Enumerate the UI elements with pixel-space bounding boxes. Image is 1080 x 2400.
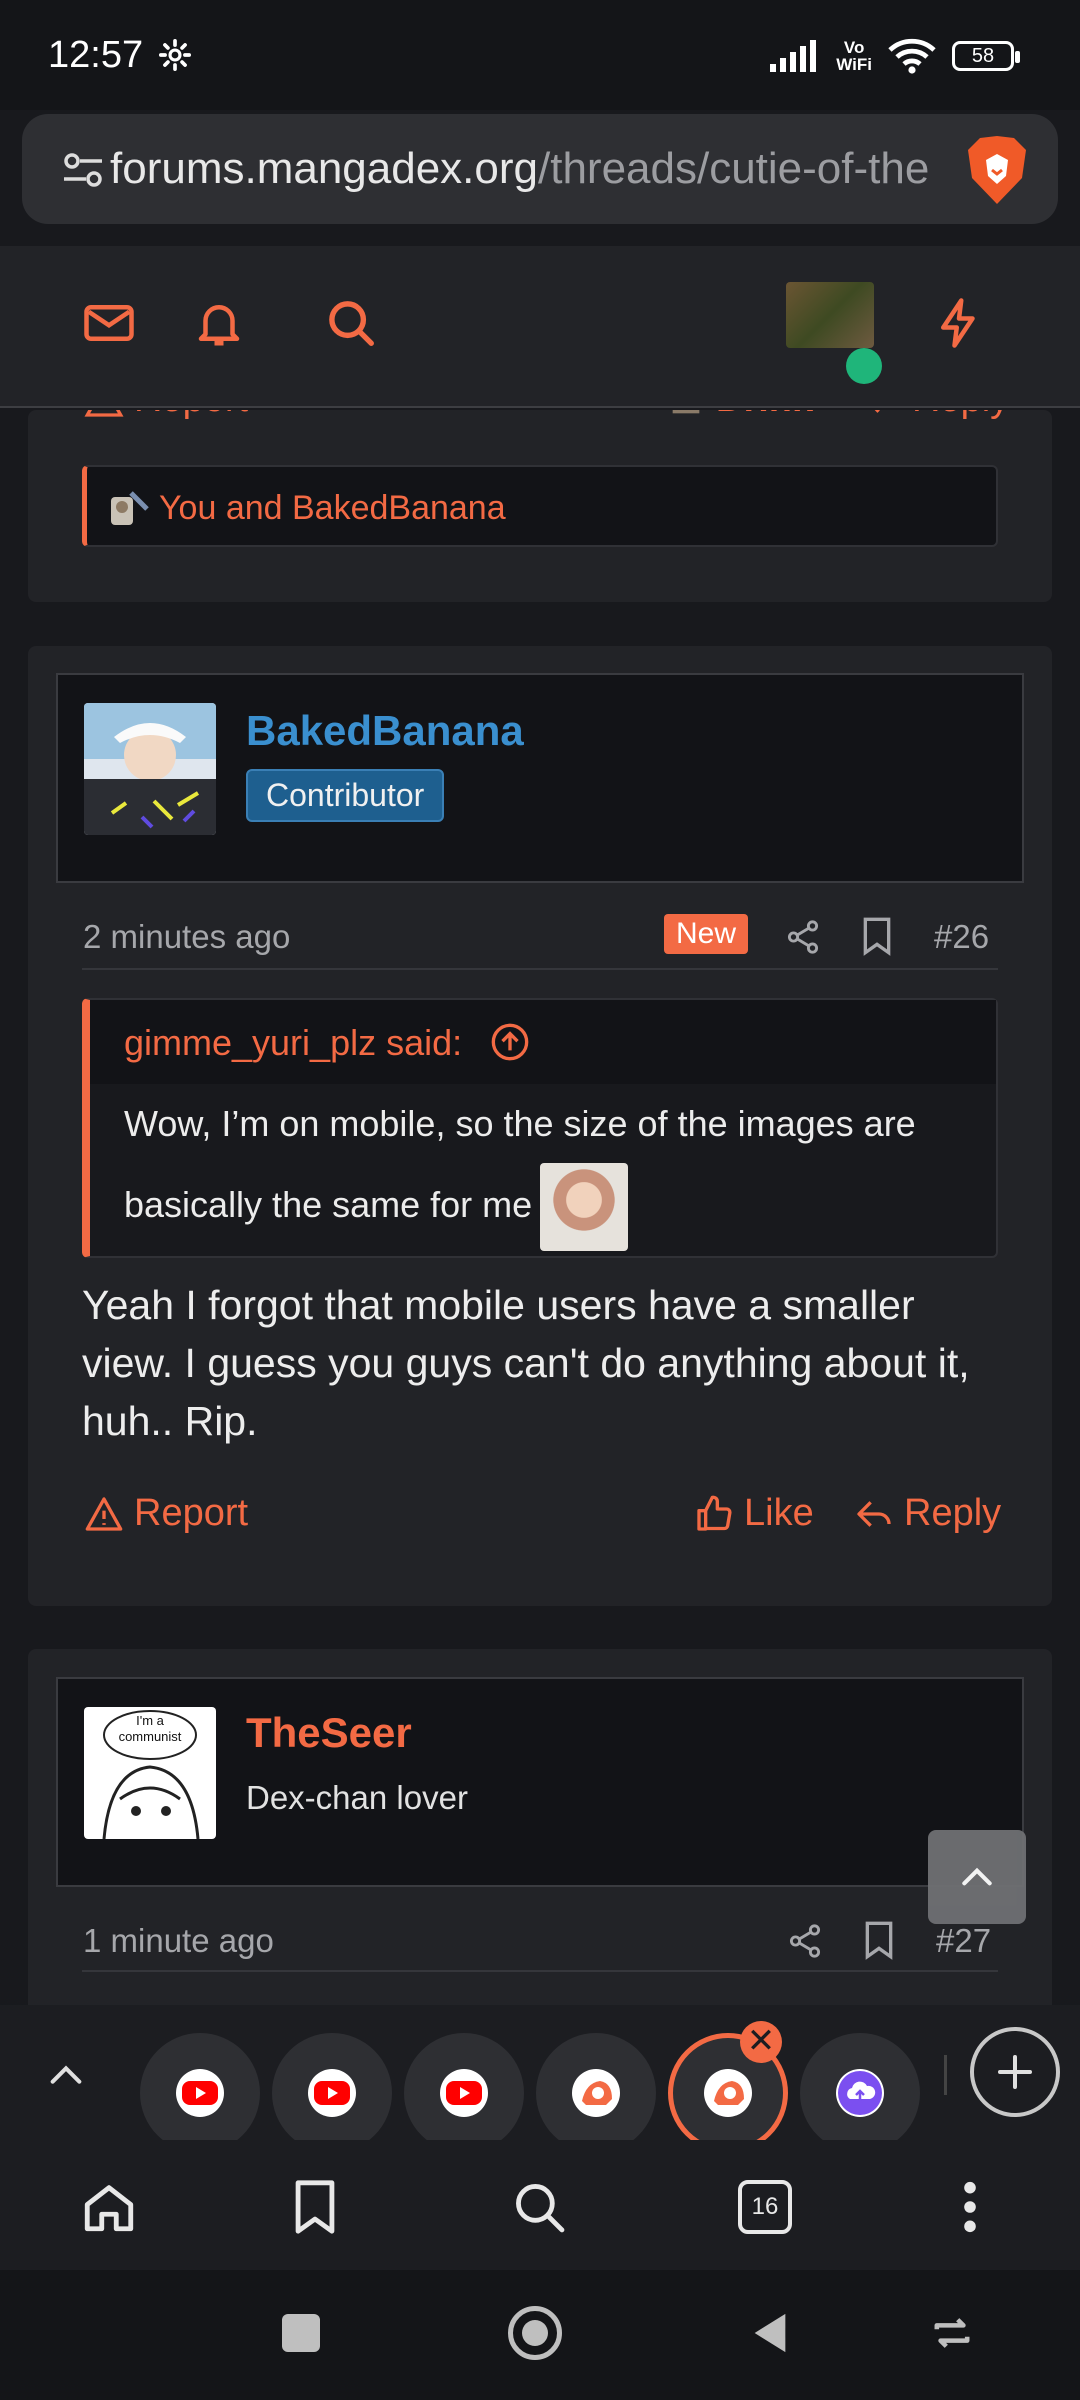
forum-header: [0, 246, 1080, 408]
quote-header[interactable]: gimme_yuri_plz said:: [90, 1000, 996, 1084]
brave-lion-icon[interactable]: [962, 132, 1032, 208]
youtube-icon: [176, 2069, 224, 2117]
home-icon[interactable]: [80, 2178, 138, 2236]
post-27-meta-divider: [82, 1970, 998, 1972]
prev-report-link[interactable]: Report: [84, 410, 248, 421]
back-triangle-icon[interactable]: [750, 2310, 790, 2356]
signal-icon: [770, 40, 817, 72]
post-27-user-title: Dex-chan lover: [246, 1779, 468, 1816]
theseer-avatar[interactable]: I'm a communist: [84, 1707, 216, 1839]
tab-cloud-upload[interactable]: [800, 2033, 920, 2153]
browser-toolbar: 16: [0, 2140, 1080, 2270]
status-icons: Vo WiFi 58: [770, 34, 1020, 78]
settings-gear-icon: [158, 38, 192, 72]
post-26-quote: gimme_yuri_plz said: Wow, I’m on mobile,…: [82, 998, 998, 1258]
address-bar[interactable]: forums.mangadex.org/threads/cutie-of-the: [22, 114, 1058, 224]
youtube-icon: [308, 2069, 356, 2117]
avatar-caption-1: I'm a: [136, 1713, 164, 1728]
new-tab-button[interactable]: [970, 2027, 1060, 2117]
quote-line-1: Wow, I’m on mobile, so the size of the i…: [124, 1103, 916, 1144]
tab-youtube-1[interactable]: [140, 2033, 260, 2153]
tab-youtube-2[interactable]: [272, 2033, 392, 2153]
reply-icon: [857, 1500, 891, 1527]
new-badge: New: [664, 914, 749, 954]
online-indicator: [846, 348, 882, 384]
quote-line-2: basically the same for me: [124, 1184, 533, 1225]
post-26-report-link[interactable]: Report: [84, 1492, 248, 1535]
quote-body: Wow, I’m on mobile, so the size of the i…: [124, 1096, 984, 1252]
reactions-text: You and BakedBanana: [159, 489, 506, 527]
reactions-bar[interactable]: You and BakedBanana: [82, 465, 998, 547]
bookmarks-icon[interactable]: [290, 2178, 340, 2236]
close-tab-icon[interactable]: ✕: [740, 2021, 782, 2063]
tab-strip-divider: [944, 2055, 947, 2095]
prev-reply-link[interactable]: Reply: [862, 410, 1009, 421]
mangadex-icon: [704, 2069, 752, 2117]
post-26-like-link[interactable]: Like: [694, 1492, 814, 1535]
more-menu-icon[interactable]: [950, 2178, 990, 2236]
post-27-time[interactable]: 1 minute ago: [83, 1922, 274, 1960]
whats-new-bolt-icon[interactable]: [932, 296, 986, 350]
youtube-icon: [440, 2069, 488, 2117]
url-path: /threads/cutie-of-the: [538, 144, 930, 193]
warning-icon: [85, 1496, 123, 1531]
battery-indicator: 58: [952, 41, 1020, 71]
post-27-share-icon[interactable]: [786, 1922, 824, 1960]
post-26-username[interactable]: BakedBanana: [246, 707, 524, 755]
post-26-number[interactable]: #26: [934, 918, 989, 956]
post-26-meta-divider: [82, 968, 998, 970]
tab-count-button[interactable]: 16: [738, 2180, 792, 2234]
user-avatar[interactable]: [786, 282, 874, 348]
bakedbanana-avatar[interactable]: [84, 703, 216, 835]
prev-drink-link[interactable]: Drink: [666, 410, 813, 421]
wifi-icon: [888, 38, 936, 74]
share-icon[interactable]: [784, 918, 822, 956]
post-27-user-card: I'm a communist TheSeer Dex-chan lover: [56, 1677, 1024, 1887]
status-bar: 12:57 Vo WiFi 58: [0, 0, 1080, 110]
post-26-body: Yeah I forgot that mobile users have a s…: [82, 1282, 970, 1444]
vowifi-label: Vo WiFi: [836, 38, 872, 74]
status-time: 12:57: [48, 34, 144, 76]
collapse-tabs-chevron-icon[interactable]: [44, 2055, 88, 2095]
quote-line-2-row: basically the same for me: [124, 1160, 984, 1252]
cloud-upload-icon: [836, 2069, 884, 2117]
rotate-screen-icon[interactable]: [928, 2314, 976, 2352]
search-icon[interactable]: [324, 296, 378, 350]
chevron-up-icon: [962, 1867, 992, 1886]
mangadex-icon: [572, 2069, 620, 2117]
home-circle-icon[interactable]: [508, 2306, 562, 2360]
post-26-time[interactable]: 2 minutes ago: [83, 918, 290, 956]
drink-reaction-icon: [111, 491, 149, 525]
recents-square-icon[interactable]: [282, 2314, 320, 2352]
tab-youtube-3[interactable]: [404, 2033, 524, 2153]
tab-strip: ✕: [0, 2005, 1080, 2153]
site-settings-icon[interactable]: [62, 151, 104, 189]
url-text[interactable]: forums.mangadex.org/threads/cutie-of-the: [110, 144, 950, 194]
contributor-badge: Contributor: [246, 769, 445, 822]
previous-post-actions-clip: Report Drink Reply: [0, 410, 1080, 432]
scroll-to-top-button[interactable]: [928, 1830, 1026, 1924]
thumbs-up-icon: [697, 1495, 732, 1531]
bookmark-icon[interactable]: [860, 916, 894, 956]
quote-author[interactable]: gimme_yuri_plz said:: [124, 1022, 462, 1064]
harold-emoji-image: [540, 1163, 629, 1252]
post-26-reply-link[interactable]: Reply: [854, 1492, 1001, 1535]
notification-bell-icon[interactable]: [192, 296, 246, 350]
post-27-bookmark-icon[interactable]: [862, 1920, 896, 1960]
post-26-user-card: BakedBanana Contributor: [56, 673, 1024, 883]
jump-to-quote-icon[interactable]: [490, 1022, 530, 1062]
tab-mangadex-1[interactable]: [536, 2033, 656, 2153]
url-domain: forums.mangadex.org: [110, 144, 538, 193]
mail-icon[interactable]: [82, 296, 136, 350]
post-27-username[interactable]: TheSeer: [246, 1709, 412, 1757]
search-icon[interactable]: [510, 2178, 568, 2236]
post-27-number[interactable]: #27: [936, 1922, 991, 1960]
plus-icon: [998, 2055, 1032, 2089]
avatar-caption-2: communist: [118, 1729, 182, 1744]
system-navigation-bar: [0, 2270, 1080, 2400]
